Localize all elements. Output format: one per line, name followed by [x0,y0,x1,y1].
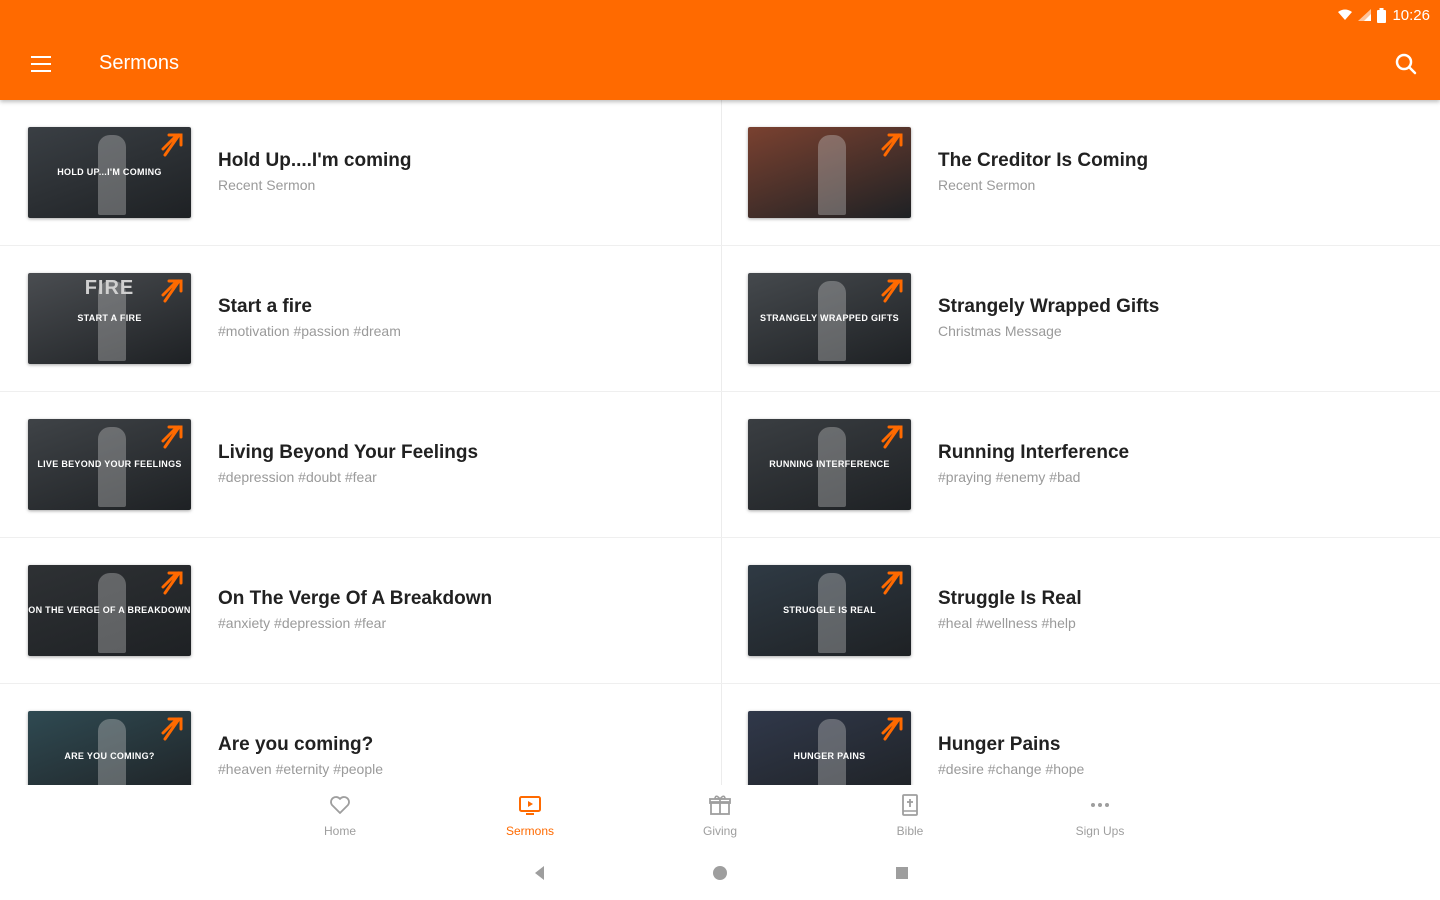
sermon-thumbnail: STRUGGLE IS REAL [748,565,911,656]
sermon-thumbnail: RUNNING INTERFERENCE [748,419,911,510]
sermon-subtitle: #motivation #passion #dream [218,323,401,339]
tab-sign-ups[interactable]: Sign Ups [1005,785,1195,845]
sermon-subtitle: #heal #wellness #help [938,615,1076,631]
sermon-grid: HOLD UP...I'M COMING Hold Up....I'm comin… [0,100,1440,785]
sermon-subtitle: Recent Sermon [938,177,1036,193]
sermon-title: Strangely Wrapped Gifts [938,296,1160,317]
tab-label: Giving [702,824,737,838]
tv-play-icon [519,796,541,815]
sermon-item-struggle-is-real[interactable]: STRUGGLE IS REAL Struggle Is Real #heal #w… [720,538,1440,684]
thumbnail-caption: START A FIRE [77,313,142,323]
home-circle-icon[interactable] [710,863,730,883]
thumbnail-caption: RUNNING INTERFERENCE [769,459,890,469]
more-icon [1091,803,1109,807]
sermon-item-living-beyond-your-feelings[interactable]: LIVE BEYOND YOUR FEELINGS Living Beyond Y… [0,392,720,538]
tab-label: Sign Ups [1075,824,1125,838]
church-logo-arrow-icon [161,279,183,303]
sermon-thumbnail [748,127,911,218]
signal-icon [1358,9,1372,21]
menu-icon[interactable] [22,46,60,82]
recents-icon[interactable] [892,863,912,883]
sermon-subtitle: Recent Sermon [218,177,316,193]
page-title: Sermons [99,52,180,74]
church-logo-arrow-icon [881,571,903,595]
church-logo-arrow-icon [881,425,903,449]
sermon-title: The Creditor Is Coming [938,150,1149,171]
sermon-subtitle: #heaven #eternity #people [218,761,384,777]
sermon-thumbnail: HOLD UP...I'M COMING [28,127,191,218]
battery-icon [1377,7,1387,23]
thumbnail-caption: STRUGGLE IS REAL [783,605,876,615]
sermon-title: Start a fire [218,296,312,317]
sermon-item-are-you-coming[interactable]: ARE YOU COMING? Are you coming? #heaven #e… [0,684,720,785]
sermon-subtitle: #praying #enemy #bad [938,469,1081,485]
gift-icon [709,795,731,815]
sermon-thumbnail: ON THE VERGE OF A BREAKDOWN [28,565,191,656]
bible-icon [902,794,918,816]
bottom-nav: Home Sermons Giving Bible Sign Ups [0,785,1440,845]
back-icon[interactable] [530,863,550,883]
status-bar: 10:26 [1338,4,1430,26]
sermon-title: Struggle Is Real [938,588,1082,609]
sermon-thumbnail: ARE YOU COMING? [28,711,191,785]
church-logo-arrow-icon [881,133,903,157]
sermon-subtitle: #desire #change #hope [938,761,1085,777]
sermon-item-the-creditor-is-coming[interactable]: The Creditor Is Coming Recent Sermon [720,100,1440,246]
sermon-item-running-interference[interactable]: RUNNING INTERFERENCE Running Interference… [720,392,1440,538]
thumbnail-caption: HUNGER PAINS [793,751,866,761]
system-nav-bar [0,845,1440,900]
tab-bible[interactable]: Bible [815,785,1005,845]
church-logo-arrow-icon [881,279,903,303]
tab-giving[interactable]: Giving [625,785,815,845]
sermon-title: Hunger Pains [938,734,1061,755]
sermon-thumbnail: HUNGER PAINS [748,711,911,785]
sermon-title: Are you coming? [218,734,374,755]
church-logo-arrow-icon [161,717,183,741]
speaker-silhouette [818,135,846,215]
thumbnail-caption: STRANGELY WRAPPED GIFTS [760,313,899,323]
tab-home[interactable]: Home [245,785,435,845]
thumbnail-caption: HOLD UP...I'M COMING [57,167,162,177]
search-icon[interactable] [1390,48,1422,80]
sermon-subtitle: Christmas Message [938,323,1062,339]
wifi-icon [1338,9,1353,20]
sermon-title: On The Verge Of A Breakdown [218,588,493,609]
sermon-item-hunger-pains[interactable]: HUNGER PAINS Hunger Pains #desire #change … [720,684,1440,785]
church-logo-arrow-icon [161,133,183,157]
tab-label: Home [323,824,356,838]
thumbnail-caption: ARE YOU COMING? [64,751,155,761]
sermon-item-on-the-verge-of-a-breakdown[interactable]: ON THE VERGE OF A BREAKDOWN On The Verge … [0,538,720,684]
sermon-title: Living Beyond Your Feelings [218,442,479,463]
sermon-item-strangely-wrapped-gifts[interactable]: STRANGELY WRAPPED GIFTS Strangely Wrapped… [720,246,1440,392]
church-logo-arrow-icon [881,717,903,741]
thumbnail-caption: LIVE BEYOND YOUR FEELINGS [37,459,182,469]
tab-label: Bible [896,824,924,838]
sermon-subtitle: #anxiety #depression #fear [218,615,387,631]
sermon-list: HOLD UP...I'M COMING Hold Up....I'm comin… [0,100,1440,785]
sermon-title: Running Interference [938,442,1130,463]
heart-icon [330,796,350,814]
sermon-thumbnail: STRANGELY WRAPPED GIFTS [748,273,911,364]
sermon-title: Hold Up....I'm coming [218,150,412,171]
sermon-subtitle: #depression #doubt #fear [218,469,377,485]
sermon-thumbnail: LIVE BEYOND YOUR FEELINGS [28,419,191,510]
church-logo-arrow-icon [161,571,183,595]
sermon-item-hold-up-i-m-coming[interactable]: HOLD UP...I'M COMING Hold Up....I'm comin… [0,100,720,246]
tab-sermons[interactable]: Sermons [435,785,625,845]
sermon-thumbnail: FIRE START A FIRE [28,273,191,364]
tab-label: Sermons [505,824,555,838]
status-time: 10:26 [1392,6,1430,24]
thumbnail-caption: ON THE VERGE OF A BREAKDOWN [28,605,191,615]
sermon-item-start-a-fire[interactable]: FIRE START A FIRE Start a fire #motivation … [0,246,720,392]
app-bar: 10:26 Sermons [0,0,1440,100]
church-logo-arrow-icon [161,425,183,449]
